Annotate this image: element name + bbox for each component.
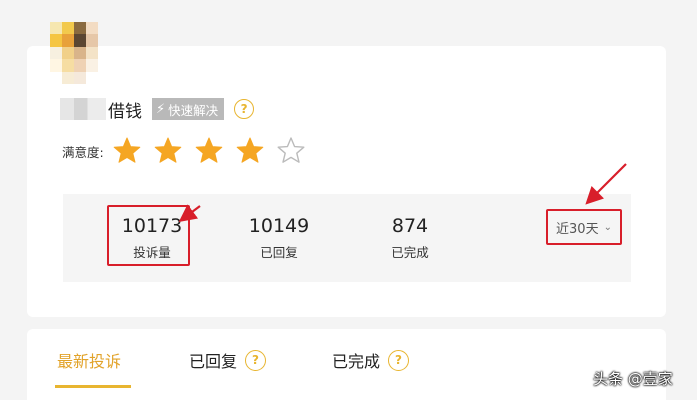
tab-label: 最新投诉: [57, 352, 122, 371]
avatar-pixel: [62, 59, 74, 72]
active-tab-indicator: [55, 385, 131, 388]
stat-value: 874: [391, 215, 429, 237]
star-filled-icon: [154, 137, 182, 163]
avatar-pixel: [74, 22, 86, 35]
avatar-pixel: [50, 22, 62, 35]
tab-replied[interactable]: 已回复 ?: [189, 348, 267, 372]
avatar-pixel: [50, 46, 62, 60]
tab-completed[interactable]: 已完成 ?: [332, 348, 410, 372]
avatar-pixel: [62, 71, 74, 84]
avatar-pixel: [74, 59, 86, 72]
avatar-pixel: [62, 46, 74, 60]
avatar-pixel: [50, 34, 62, 47]
period-dropdown[interactable]: 近30天 ⌄: [546, 209, 622, 245]
avatar-pixel: [74, 71, 86, 84]
avatar-pixel: [62, 22, 74, 35]
rating-label: 满意度:: [62, 144, 104, 160]
avatar-pixel: [86, 46, 98, 60]
star-filled-icon: [195, 137, 223, 163]
avatar-pixel: [86, 59, 98, 72]
stat-label: 已完成: [391, 245, 429, 260]
tab-latest-complaints[interactable]: 最新投诉: [57, 348, 121, 372]
stat-value: 10149: [248, 215, 310, 237]
satisfaction-rating: 满意度:: [62, 136, 317, 166]
avatar-pixel: [62, 34, 74, 47]
star-rating: [112, 136, 317, 166]
merchant-name: 借钱: [108, 101, 142, 122]
avatar-pixel: [86, 22, 98, 35]
avatar-pixel: [74, 46, 86, 60]
chevron-down-icon: ⌄: [603, 221, 612, 233]
help-icon[interactable]: ?: [245, 349, 267, 371]
star-filled-icon: [113, 137, 141, 163]
tab-label: 已回复: [189, 352, 238, 371]
stat-replied[interactable]: 10149 已回复: [234, 214, 324, 261]
help-icon[interactable]: ?: [234, 99, 255, 119]
avatar-pixel: [50, 59, 62, 72]
avatar-pixel: [86, 71, 98, 84]
tab-label: 已完成: [332, 352, 381, 371]
stat-completed[interactable]: 874 已完成: [365, 214, 455, 261]
blurred-name: [60, 98, 106, 120]
merchant-name-row: 借钱 ⚡ 快速解决 ?: [60, 96, 255, 122]
avatar-pixel: [86, 34, 98, 47]
annotation-box-complaints: [107, 205, 190, 266]
quick-resolve-badge: ⚡ 快速解决: [152, 98, 225, 120]
avatar: [50, 22, 98, 84]
avatar-pixel: [74, 34, 86, 47]
period-label: 近30天: [556, 221, 599, 237]
stat-label: 已回复: [260, 245, 298, 260]
help-icon[interactable]: ?: [388, 349, 410, 371]
avatar-pixel: [50, 71, 62, 84]
star-empty-icon: [277, 137, 305, 163]
lightning-icon: ⚡: [156, 101, 166, 117]
quick-resolve-label: 快速解决: [168, 102, 219, 118]
watermark: 头条 @壹家: [593, 370, 673, 388]
star-filled-icon: [236, 137, 264, 163]
